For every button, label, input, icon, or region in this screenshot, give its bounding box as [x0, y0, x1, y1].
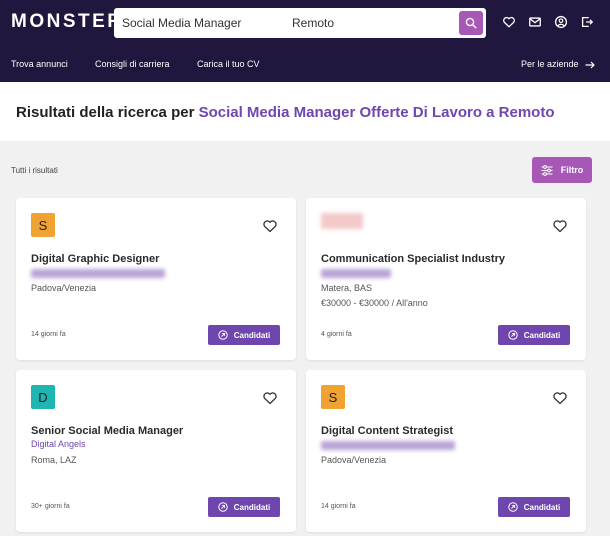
- apply-label: Candidati: [233, 330, 271, 340]
- apply-button[interactable]: Candidati: [208, 497, 280, 517]
- logout-icon[interactable]: [579, 14, 595, 30]
- apply-label: Candidati: [523, 330, 561, 340]
- results-title-bar: Risultati della ricerca per Social Media…: [0, 82, 610, 141]
- user-account-icon[interactable]: [553, 14, 569, 30]
- company-name[interactable]: Digital Angels: [31, 439, 86, 449]
- site-header: MONSTER Social Media Manager Remoto Trov…: [0, 0, 610, 82]
- job-age: 4 giorni fa: [321, 331, 352, 338]
- page-title: Risultati della ricerca per Social Media…: [16, 104, 555, 121]
- job-title[interactable]: Senior Social Media Manager: [31, 425, 183, 437]
- job-card[interactable]: D Senior Social Media Manager Digital An…: [16, 370, 296, 532]
- job-title[interactable]: Digital Content Strategist: [321, 425, 453, 437]
- company-name-blurred: [321, 269, 391, 278]
- save-heart-icon[interactable]: [552, 390, 568, 406]
- job-age: 30+ giorni fa: [31, 503, 70, 510]
- job-title[interactable]: Digital Graphic Designer: [31, 253, 159, 265]
- company-logo-blurred: [321, 213, 363, 229]
- company-name-blurred: [321, 441, 455, 450]
- external-link-icon: [218, 330, 228, 340]
- filter-button[interactable]: Filtro: [532, 157, 592, 183]
- job-age: 14 giorni fa: [321, 503, 356, 510]
- job-age: 14 giorni fa: [31, 331, 66, 338]
- job-location: Padova/Venezia: [31, 283, 97, 293]
- job-title[interactable]: Communication Specialist Industry: [321, 253, 505, 265]
- job-salary: €30000 - €30000 / All'anno: [321, 298, 428, 308]
- job-card[interactable]: Communication Specialist Industry Matera…: [306, 198, 586, 360]
- arrow-right-icon: [585, 61, 595, 69]
- title-highlight: Social Media Manager Offerte Di Lavoro a…: [198, 104, 555, 121]
- external-link-icon: [508, 330, 518, 340]
- company-logo: S: [31, 213, 55, 237]
- nav-for-employers-label: Per le aziende: [521, 59, 579, 69]
- job-card[interactable]: S Digital Content Strategist Padova/Vene…: [306, 370, 586, 532]
- nav-find-jobs[interactable]: Trova annunci: [11, 59, 68, 69]
- company-logo: S: [321, 385, 345, 409]
- job-card[interactable]: S Digital Graphic Designer Padova/Venezi…: [16, 198, 296, 360]
- title-prefix: Risultati della ricerca per: [16, 104, 199, 121]
- apply-button[interactable]: Candidati: [208, 325, 280, 345]
- apply-label: Candidati: [233, 502, 271, 512]
- apply-label: Candidati: [523, 502, 561, 512]
- search-bar: Social Media Manager Remoto: [114, 8, 486, 38]
- company-logo: D: [31, 385, 55, 409]
- nav-upload-cv[interactable]: Carica il tuo CV: [197, 59, 260, 69]
- external-link-icon: [508, 502, 518, 512]
- job-location: Matera, BAS: [321, 283, 373, 293]
- job-location: Roma, LAZ: [31, 455, 77, 465]
- search-query-input[interactable]: Social Media Manager: [122, 16, 241, 30]
- sliders-icon: [541, 164, 553, 176]
- monster-logo[interactable]: MONSTER: [11, 11, 124, 33]
- search-icon: [465, 17, 477, 29]
- favorites-heart-icon[interactable]: [501, 14, 517, 30]
- mail-icon[interactable]: [527, 14, 543, 30]
- save-heart-icon[interactable]: [552, 218, 568, 234]
- nav-career-advice[interactable]: Consigli di carriera: [95, 59, 170, 69]
- company-name-blurred: [31, 269, 165, 278]
- header-icons: [501, 14, 595, 30]
- search-location-input[interactable]: Remoto: [292, 16, 334, 30]
- apply-button[interactable]: Candidati: [498, 325, 570, 345]
- external-link-icon: [218, 502, 228, 512]
- filter-label: Filtro: [560, 165, 584, 175]
- job-location: Padova/Venezia: [321, 455, 387, 465]
- save-heart-icon[interactable]: [262, 218, 278, 234]
- results-label: Tutti i risultati: [11, 166, 58, 175]
- save-heart-icon[interactable]: [262, 390, 278, 406]
- nav-for-employers[interactable]: Per le aziende: [521, 59, 595, 69]
- search-button[interactable]: [459, 11, 483, 35]
- apply-button[interactable]: Candidati: [498, 497, 570, 517]
